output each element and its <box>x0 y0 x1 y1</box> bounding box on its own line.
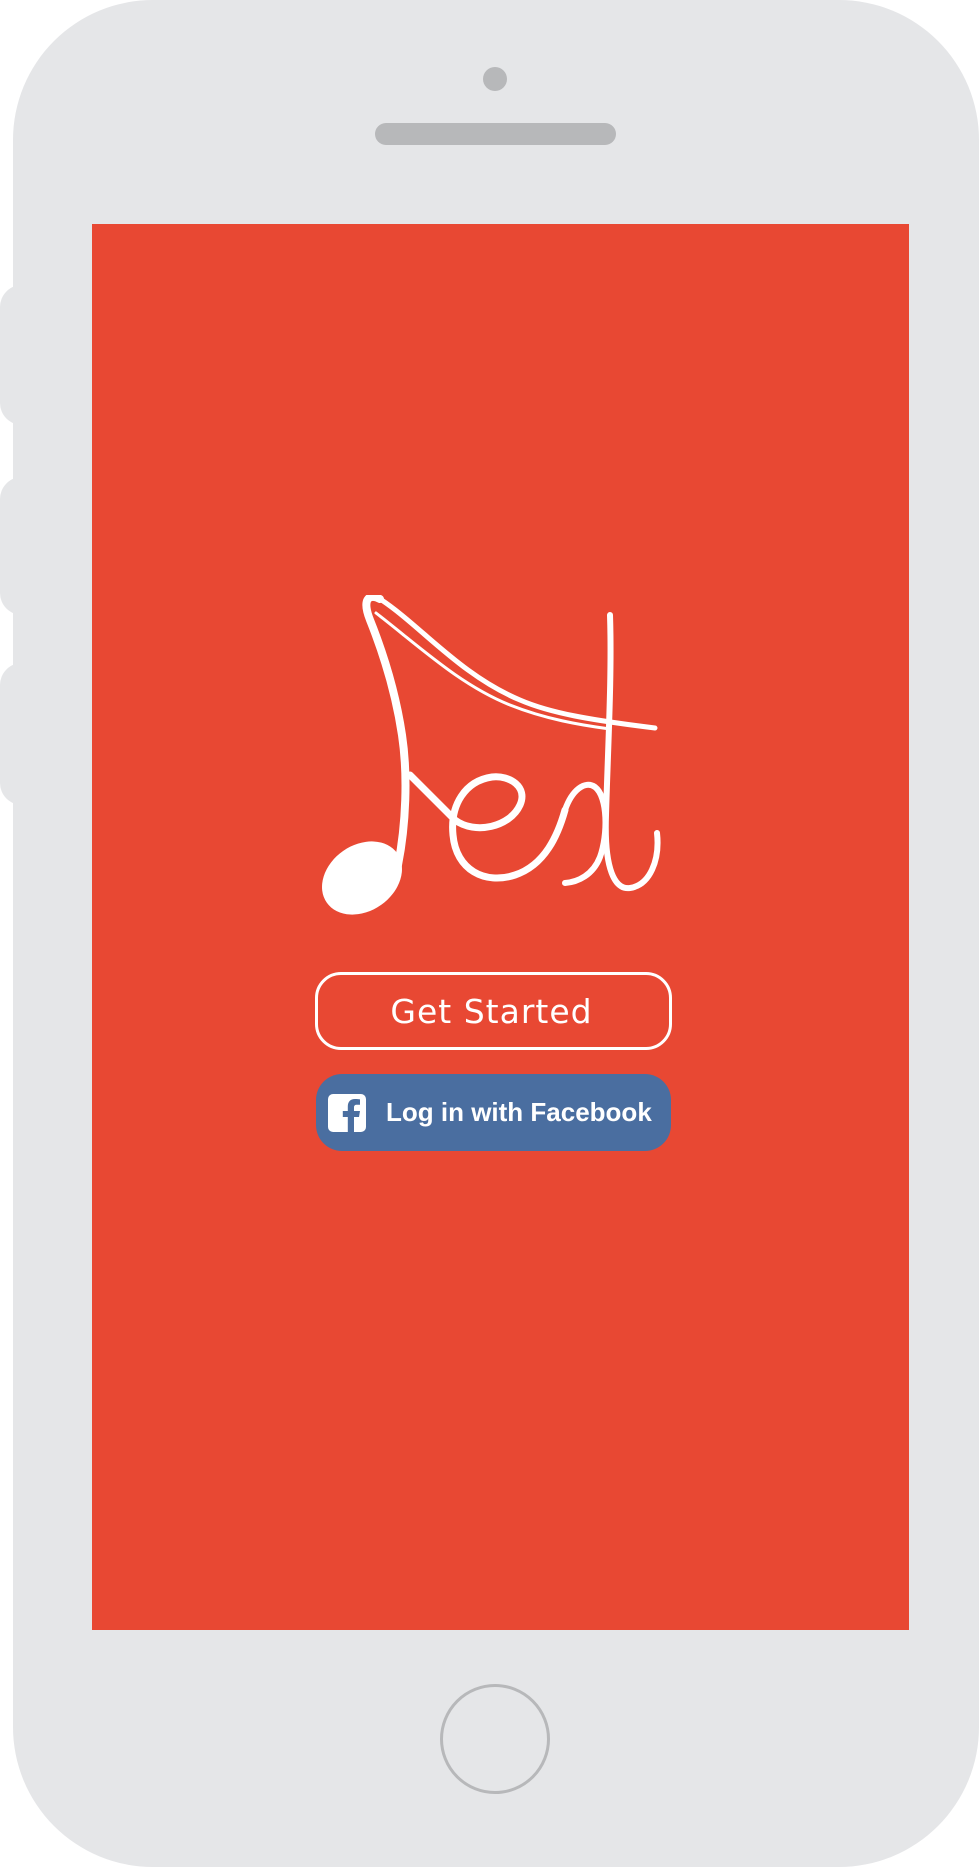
front-camera <box>483 67 507 91</box>
facebook-login-button[interactable]: Log in with Facebook <box>316 1074 671 1151</box>
get-started-button[interactable]: Get Started <box>315 972 672 1050</box>
side-button-mute <box>0 285 28 425</box>
facebook-icon <box>328 1094 366 1132</box>
side-button-volume-down <box>0 663 28 805</box>
side-button-volume-up <box>0 477 28 615</box>
earpiece-speaker <box>375 123 616 145</box>
facebook-login-label: Log in with Facebook <box>386 1097 652 1127</box>
fest-logo-icon <box>322 595 661 915</box>
home-button[interactable] <box>440 1684 550 1794</box>
